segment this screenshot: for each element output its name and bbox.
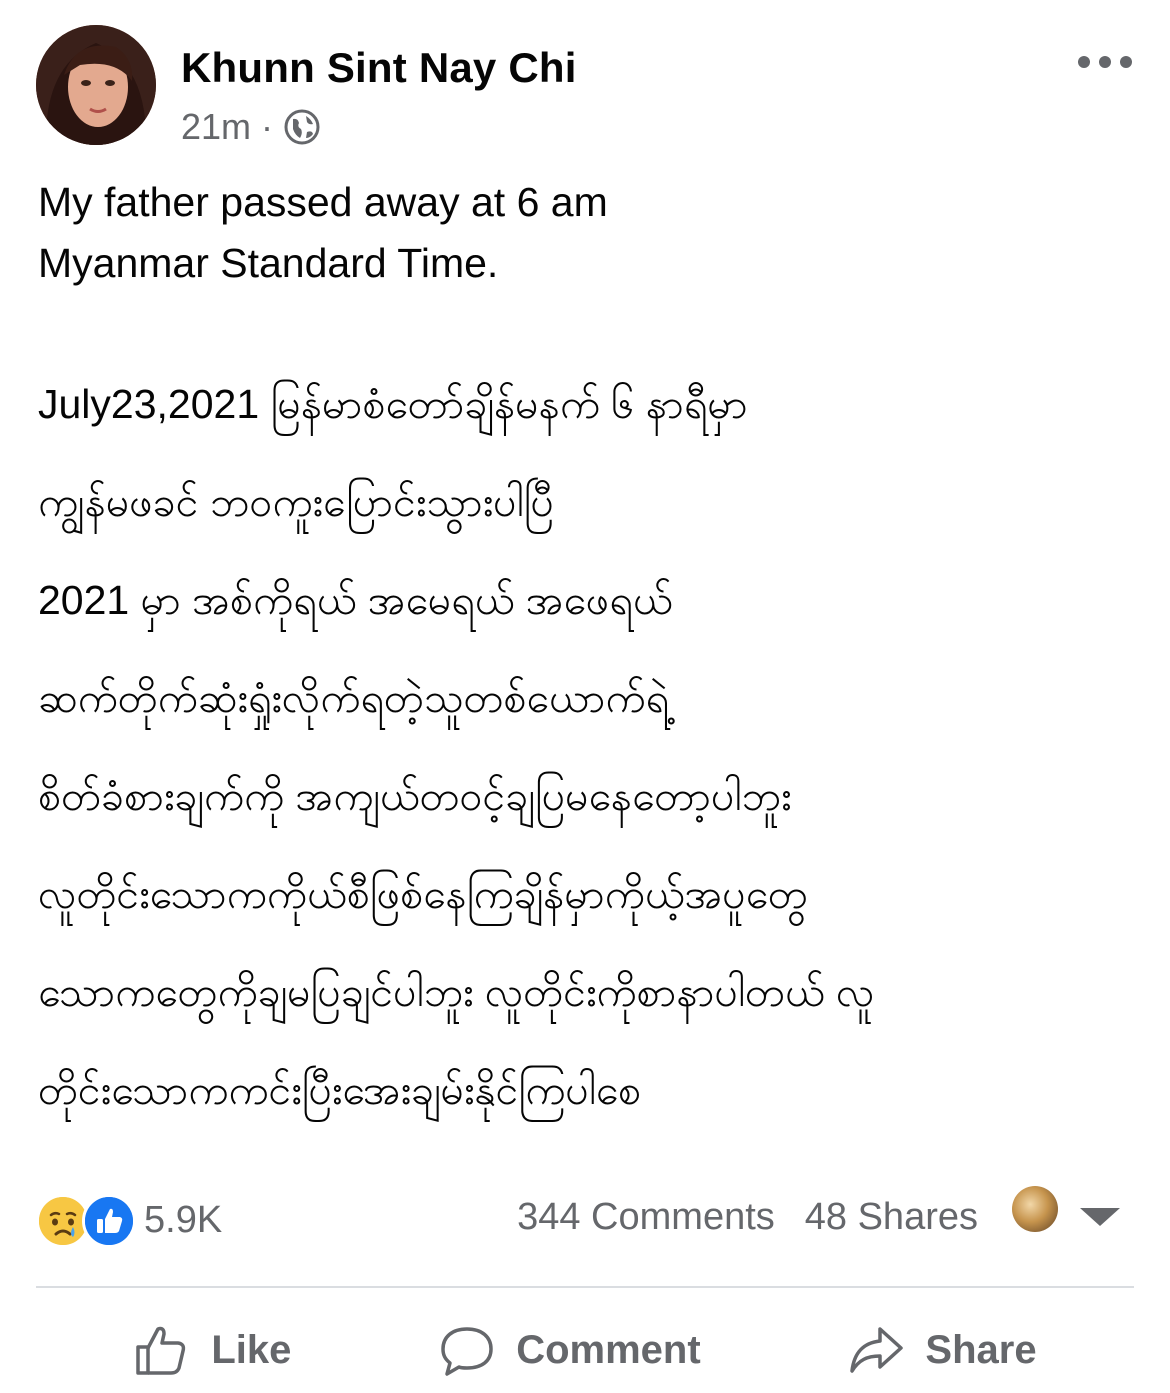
burmese-line-7: သောကတွေကိုချမပြချင်ပါဘူး လူတိုင်းကိုစာနာ… xyxy=(38,969,875,1015)
comment-label: Comment xyxy=(516,1327,701,1372)
thumbs-up-icon xyxy=(136,1326,186,1375)
divider xyxy=(36,1286,1134,1288)
like-button[interactable]: Like xyxy=(133,1321,291,1379)
english-line-1: My father passed away at 6 am xyxy=(38,179,608,225)
reaction-count: 5.9K xyxy=(144,1198,223,1241)
burmese-line-3: 2021 မှာ အစ်ကိုရယ် အမေရယ် အဖေရယ် xyxy=(38,577,673,623)
share-label: Share xyxy=(925,1327,1037,1372)
burmese-line-6: လူတိုင်းသောကကိုယ်စီဖြစ်နေကြချိန်မှာကိုယ့… xyxy=(38,871,808,917)
globe-icon xyxy=(283,108,321,146)
post-meta: 21m · xyxy=(181,104,321,150)
burmese-line-1: July23,2021 မြန်မာစံတော်ချိန်မနက် ၆ နာရီ… xyxy=(38,381,748,427)
engagement-stats: 344 Comments 48 Shares xyxy=(517,1182,1120,1252)
shares-count[interactable]: 48 Shares xyxy=(805,1196,978,1239)
comment-icon xyxy=(441,1327,493,1376)
english-line-2: Myanmar Standard Time. xyxy=(38,240,499,286)
burmese-line-8: တိုင်းသောကကင်းပြီးအေးချမ်းနိုင်ကြပါစေ xyxy=(38,1067,642,1113)
comments-count[interactable]: 344 Comments xyxy=(517,1196,775,1239)
meta-separator: · xyxy=(261,106,274,147)
dot xyxy=(1099,56,1111,68)
author-photo xyxy=(36,25,156,145)
post-text: My father passed away at 6 am Myanmar St… xyxy=(38,172,1138,1139)
share-icon xyxy=(850,1327,904,1373)
share-button[interactable]: Share xyxy=(847,1321,1037,1379)
burmese-line-2: ကျွန်မဖခင် ဘဝကူးပြောင်းသွားပါပြီ xyxy=(38,479,554,525)
post-time[interactable]: 21m xyxy=(181,106,251,148)
more-options-icon[interactable] xyxy=(1078,52,1132,72)
viewer-avatar[interactable] xyxy=(1012,1186,1058,1232)
author-name[interactable]: Khunn Sint Nay Chi xyxy=(181,42,577,94)
action-bar: Like Comment Share xyxy=(0,1310,1170,1390)
chevron-down-icon[interactable] xyxy=(1080,1208,1120,1226)
author-avatar[interactable] xyxy=(36,25,156,145)
burmese-line-5: စိတ်ခံစားချက်ကို အကျယ်တဝင့်ချပြမနေတော့ပါ… xyxy=(38,773,792,819)
burmese-line-4: ဆက်တိုက်ဆုံးရှုံးလိုက်ရတဲ့သူတစ်ယောက်ရဲ့ xyxy=(38,675,670,721)
reaction-icons xyxy=(36,1194,136,1248)
comment-button[interactable]: Comment xyxy=(438,1321,701,1379)
dot xyxy=(1078,56,1090,68)
reaction-summary[interactable]: 5.9K xyxy=(36,1192,222,1248)
english-paragraph: My father passed away at 6 am Myanmar St… xyxy=(38,172,1138,294)
dot xyxy=(1120,56,1132,68)
like-label: Like xyxy=(211,1327,292,1372)
like-icon xyxy=(82,1194,136,1248)
burmese-paragraph: July23,2021 မြန်မာစံတော်ချိန်မနက် ၆ နာရီ… xyxy=(38,355,1138,1139)
